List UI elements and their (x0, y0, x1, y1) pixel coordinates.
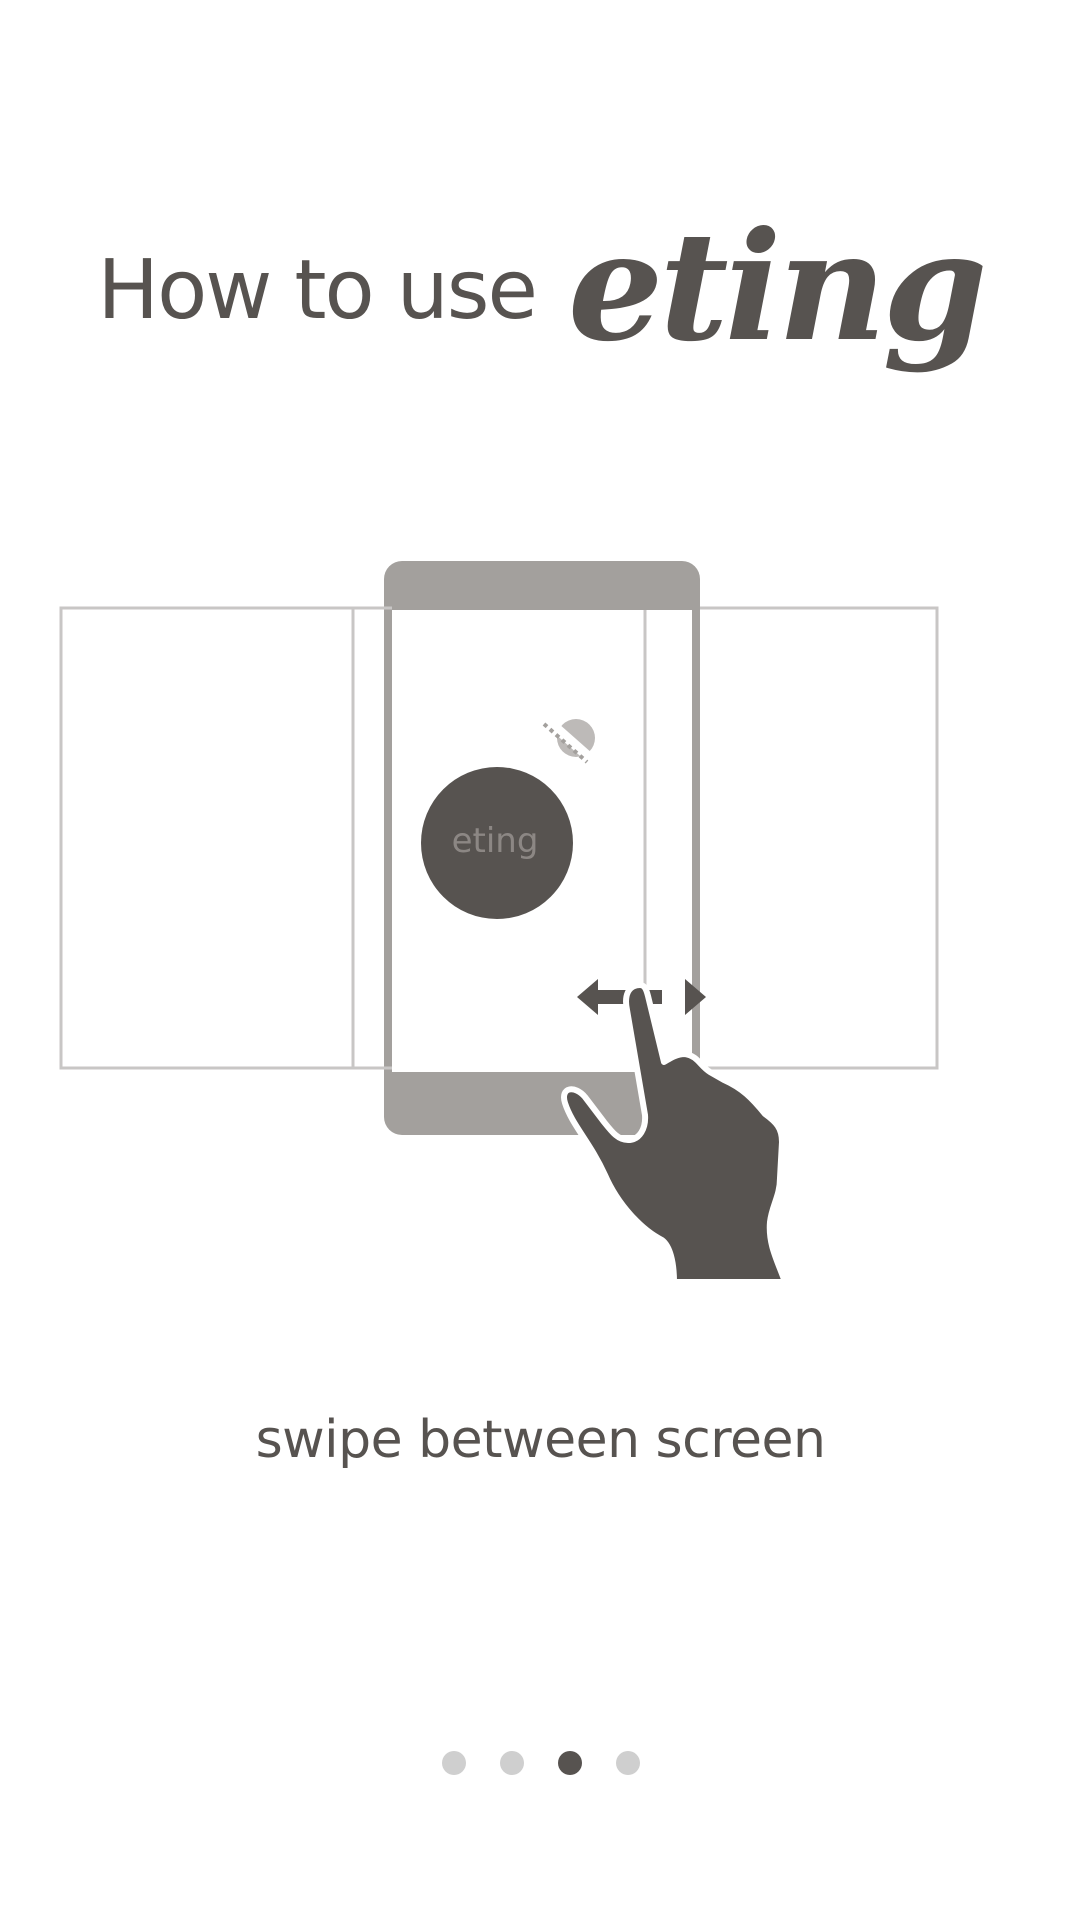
page-dot-1[interactable] (441, 1751, 466, 1775)
left-screen-panel (59, 606, 355, 1070)
title-prefix: How to use (97, 243, 537, 338)
eting-badge-label: eting (452, 821, 539, 861)
page-dot-2[interactable] (499, 1751, 524, 1775)
brand-logo-text: eting (567, 199, 988, 375)
page-dot-4[interactable] (615, 1751, 640, 1775)
swipe-illustration: eting (0, 540, 1081, 1300)
page-indicator[interactable] (0, 1751, 1081, 1775)
instruction-caption: swipe between screen (255, 1410, 826, 1470)
page-title: How to use eting (0, 210, 1081, 370)
page-dot-3-active[interactable] (557, 1751, 582, 1775)
